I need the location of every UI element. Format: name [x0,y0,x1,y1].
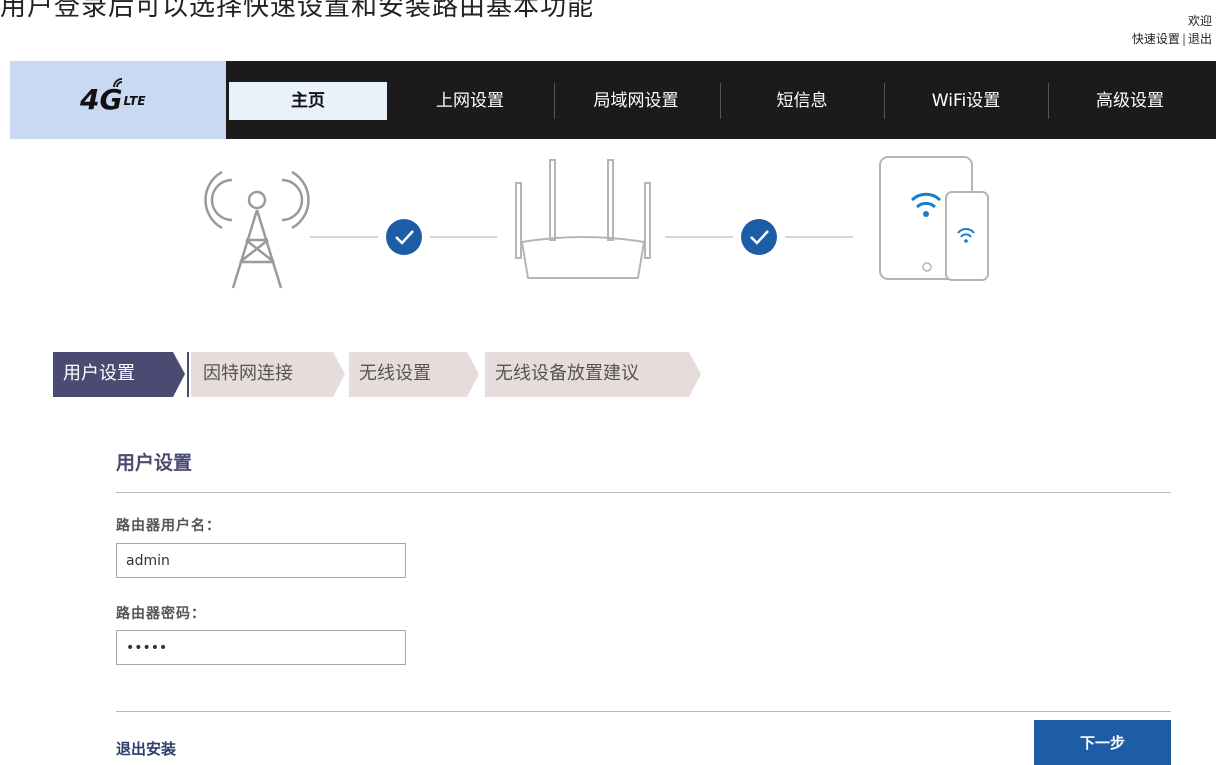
top-navbar: 4GLTE 主页 上网设置 局域网设置 短信息 WiFi设置 高级设置 [10,61,1216,139]
nav-divider [884,83,885,119]
nav-divider [1048,83,1049,119]
check-circle-icon [386,219,422,255]
connection-illustration [204,156,989,289]
cell-tower-icon [204,170,310,289]
logo-area: 4GLTE [10,61,226,139]
nav-divider [720,83,721,119]
step-user-settings[interactable]: 用户设置 [53,352,185,397]
page-caption: 用户登录后可以选择快速设置和安装路由基本功能 [0,0,595,22]
step-device-placement[interactable]: 无线设备放置建议 [485,352,701,397]
nav-wifi-settings[interactable]: WiFi设置 [886,82,1046,120]
step-label: 用户设置 [63,363,135,384]
check-circle-icon [741,219,777,255]
link-separator: | [1181,32,1186,46]
step-internet-connection[interactable]: 因特网连接 [191,352,345,397]
step-label: 无线设备放置建议 [495,363,639,384]
exit-setup-link[interactable]: 退出安装 [116,738,176,759]
nav-lan-settings[interactable]: 局域网设置 [556,82,716,120]
logout-link[interactable]: 退出 [1188,32,1212,46]
step-arrow [467,352,479,397]
logo-4g-lte: 4GLTE [80,78,146,116]
devices-wifi-icon [879,156,989,281]
footer-divider [116,711,1171,712]
quick-setup-link[interactable]: 快速设置 [1132,32,1180,46]
step-divider [187,352,189,397]
nav-internet-settings[interactable]: 上网设置 [390,82,550,120]
section-divider [116,492,1171,493]
welcome-text: 欢迎 [1187,14,1212,28]
next-step-button[interactable]: 下一步 [1034,720,1171,765]
username-label: 路由器用户名： [116,518,221,534]
step-arrow [333,352,345,397]
password-input[interactable] [116,630,406,665]
step-label: 无线设置 [359,363,431,384]
step-arrow [689,352,701,397]
nav-home[interactable]: 主页 [229,82,387,120]
username-input[interactable] [116,543,406,578]
step-arrow [173,352,185,397]
router-icon [515,159,651,279]
password-label: 路由器密码： [116,606,206,622]
section-title: 用户设置 [116,452,193,474]
header-links: 欢迎 快速设置 | 退出 [1132,12,1212,48]
signal-arc-icon [113,78,123,88]
step-label: 因特网连接 [203,363,293,384]
nav-divider [554,83,555,119]
nav-advanced-settings[interactable]: 高级设置 [1050,82,1210,120]
step-wireless-settings[interactable]: 无线设置 [349,352,479,397]
logo-sub: LTE [123,94,146,108]
nav-sms[interactable]: 短信息 [722,82,882,120]
